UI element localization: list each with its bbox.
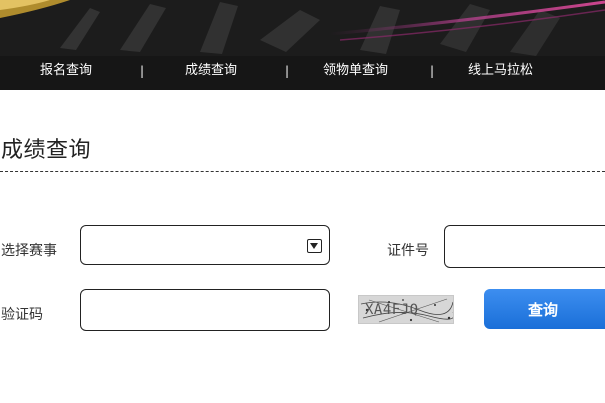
captcha-image[interactable]: XA4FJQ (358, 295, 454, 324)
title-divider (0, 171, 605, 172)
id-number-label: 证件号 (387, 243, 429, 259)
header-banner: 报名查询 | 成绩查询 | 领物单查询 | 线上马拉松 (0, 0, 605, 90)
page-title: 成绩查询 (1, 138, 92, 163)
event-select-label: 选择赛事 (1, 243, 57, 259)
captcha-input[interactable] (81, 290, 329, 330)
nav-item-results-query[interactable]: 成绩查询 (185, 56, 237, 90)
nav-separator: | (430, 64, 435, 78)
nav-item-online-marathon[interactable]: 线上马拉松 (468, 56, 533, 90)
nav-item-registration-query[interactable]: 报名查询 (40, 56, 92, 90)
captcha-label: 验证码 (1, 307, 43, 323)
id-number-input[interactable] (445, 226, 605, 267)
nav-item-pickup-query[interactable]: 领物单查询 (323, 56, 388, 90)
captcha-field[interactable] (80, 289, 330, 331)
nav-separator: | (285, 64, 290, 78)
event-select[interactable] (80, 225, 330, 265)
captcha-text: XA4FJQ (365, 302, 419, 318)
main-nav: 报名查询 | 成绩查询 | 领物单查询 | 线上马拉松 (0, 56, 605, 90)
chevron-down-icon[interactable] (307, 239, 322, 253)
query-button[interactable]: 查询 (484, 289, 605, 329)
nav-separator: | (140, 64, 145, 78)
page: 报名查询 | 成绩查询 | 领物单查询 | 线上马拉松 成绩查询 选择赛事 证件… (0, 0, 605, 403)
id-number-field[interactable] (444, 225, 605, 268)
